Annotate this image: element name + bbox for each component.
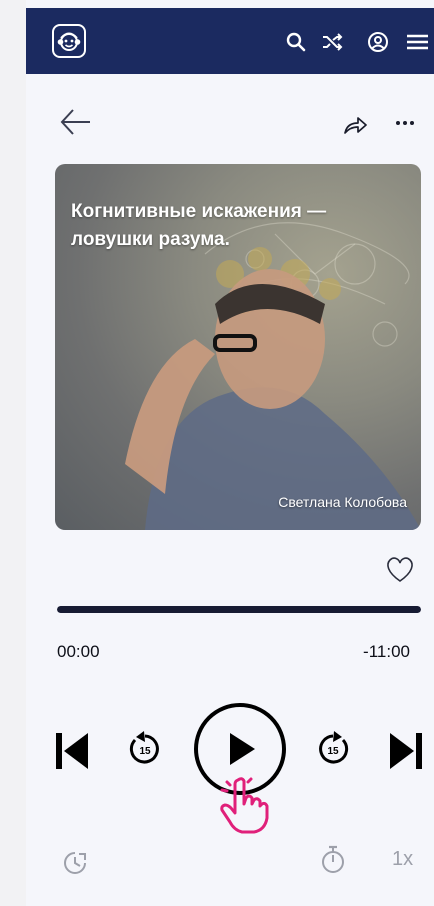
top-app-bar xyxy=(26,8,434,74)
heart-icon[interactable] xyxy=(384,554,416,584)
rewind-icon: 15 xyxy=(129,731,159,764)
skip-previous-icon[interactable] xyxy=(54,731,90,771)
search-icon[interactable] xyxy=(284,30,308,54)
progress-fill xyxy=(57,606,421,613)
remaining-time: -11:00 xyxy=(363,642,410,661)
forward-seconds: 15 xyxy=(327,746,339,757)
player-screen: Когнитивные искажения — ловушки разума. … xyxy=(26,0,434,906)
more-icon[interactable] xyxy=(392,110,418,136)
forward-icon: 15 xyxy=(319,731,349,764)
stopwatch-icon[interactable] xyxy=(319,844,347,881)
shuffle-icon[interactable] xyxy=(320,30,344,54)
book-title: Когнитивные искажения — ловушки разума. xyxy=(71,201,327,250)
rewind-seconds: 15 xyxy=(139,746,151,757)
monkey-logo-icon[interactable] xyxy=(52,24,86,58)
share-icon[interactable] xyxy=(342,112,368,138)
menu-icon[interactable] xyxy=(404,30,428,54)
book-author: Светлана Колобова xyxy=(278,494,407,510)
playback-speed-button[interactable]: 1x xyxy=(392,848,413,871)
progress-bar[interactable] xyxy=(57,606,421,613)
player-nav-row xyxy=(26,104,434,144)
hand-cursor-icon xyxy=(218,776,272,836)
profile-icon[interactable] xyxy=(366,30,390,54)
elapsed-time: 00:00 xyxy=(57,642,100,661)
skip-next-icon[interactable] xyxy=(388,731,424,771)
rewind-15-button[interactable]: 15 xyxy=(125,730,165,770)
forward-15-button[interactable]: 15 xyxy=(313,730,353,770)
sleep-timer-icon[interactable] xyxy=(62,850,88,881)
book-cover: Когнитивные искажения — ловушки разума. … xyxy=(55,164,421,530)
arrow-left-icon[interactable] xyxy=(58,104,94,140)
